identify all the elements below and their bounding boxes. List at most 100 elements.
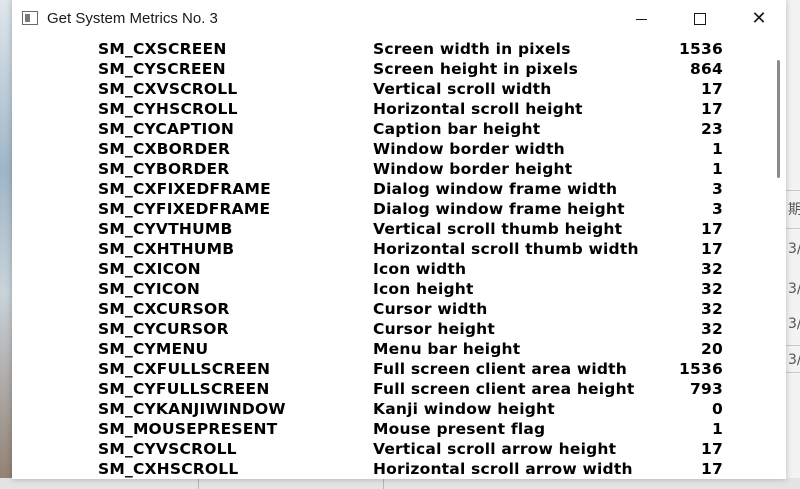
metric-value: 1: [712, 160, 723, 178]
metric-name: SM_CXFULLSCREEN: [98, 360, 271, 378]
divider: [198, 478, 199, 489]
metric-name: SM_CYHSCROLL: [98, 100, 238, 118]
metric-name: SM_CXSCREEN: [98, 40, 227, 58]
metric-value: 1536: [679, 360, 723, 378]
metric-value: 1: [712, 140, 723, 158]
metric-name: SM_CXICON: [98, 260, 201, 278]
metric-row: SM_CYCAPTION Caption bar height 23: [12, 119, 772, 139]
metric-name: SM_CYICON: [98, 280, 201, 298]
metric-description: Mouse present flag: [373, 420, 546, 438]
metric-row: SM_CYFULLSCREEN Full screen client area h…: [12, 379, 772, 399]
metric-value: 17: [701, 240, 723, 258]
background-text-fragment: 期: [788, 202, 800, 218]
divider: [786, 190, 800, 191]
app-icon[interactable]: [22, 11, 38, 25]
metric-value: 32: [701, 280, 723, 298]
background-text-fragment: 3/: [788, 281, 800, 297]
minimize-icon: [635, 18, 647, 20]
metric-value: 20: [701, 340, 723, 358]
app-window: Get System Metrics No. 3 ✕ SM_CXSCREEN Sc…: [12, 0, 786, 479]
metric-name: SM_CYCURSOR: [98, 320, 229, 338]
metric-name: SM_CYVSCROLL: [98, 440, 237, 458]
close-button[interactable]: ✕: [730, 0, 788, 38]
metric-name: SM_CYBORDER: [98, 160, 230, 178]
metric-name: SM_CYFULLSCREEN: [98, 380, 270, 398]
metric-description: Vertical scroll width: [373, 80, 552, 98]
metric-row: SM_CYBORDER Window border height 1: [12, 159, 772, 179]
metric-row: SM_CYCURSOR Cursor height 32: [12, 319, 772, 339]
metric-row: SM_CXBORDER Window border width 1: [12, 139, 772, 159]
metric-description: Vertical scroll thumb height: [373, 220, 623, 238]
metric-row: SM_CXFULLSCREEN Full screen client area w…: [12, 359, 772, 379]
metric-name: SM_CXCURSOR: [98, 300, 230, 318]
metric-row: SM_CXSCREEN Screen width in pixels 1536: [12, 39, 772, 59]
metric-value: 17: [701, 460, 723, 478]
metric-description: Kanji window height: [373, 400, 555, 418]
divider: [786, 228, 800, 229]
metric-row: SM_CXHTHUMB Horizontal scroll thumb width…: [12, 239, 772, 259]
metric-name: SM_CYMENU: [98, 340, 209, 358]
metric-row: SM_CYHSCROLL Horizontal scroll height 17: [12, 99, 772, 119]
background-text-fragment: 3/: [788, 316, 800, 332]
metric-description: Cursor width: [373, 300, 488, 318]
metric-name: SM_CXVSCROLL: [98, 80, 238, 98]
metric-value: 793: [690, 380, 723, 398]
metric-description: Screen height in pixels: [373, 60, 579, 78]
metric-name: SM_CXHSCROLL: [98, 460, 239, 478]
maximize-button[interactable]: [671, 0, 729, 38]
metric-row: SM_CYVTHUMB Vertical scroll thumb height 1…: [12, 219, 772, 239]
divider: [786, 345, 800, 346]
metric-row: SM_CYFIXEDFRAME Dialog window frame heigh…: [12, 199, 772, 219]
metric-value: 864: [690, 60, 723, 78]
metric-row: SM_CYSCREEN Screen height in pixels 864: [12, 59, 772, 79]
metric-value: 0: [712, 400, 723, 418]
metric-name: SM_CYKANJIWINDOW: [98, 400, 286, 418]
vertical-scrollbar[interactable]: [772, 38, 786, 479]
metric-description: Menu bar height: [373, 340, 521, 358]
metric-name: SM_CXBORDER: [98, 140, 231, 158]
minimize-button[interactable]: [612, 0, 670, 38]
metric-description: Screen width in pixels: [373, 40, 571, 58]
metric-name: SM_CYVTHUMB: [98, 220, 233, 238]
divider: [786, 372, 800, 373]
metric-value: 32: [701, 260, 723, 278]
metric-name: SM_CYFIXEDFRAME: [98, 200, 271, 218]
metric-value: 3: [712, 200, 723, 218]
background-text-fragment: 3/: [788, 352, 800, 368]
metric-name: SM_MOUSEPRESENT: [98, 420, 278, 438]
metric-description: Icon height: [373, 280, 474, 298]
metric-row: SM_CXVSCROLL Vertical scroll width 17: [12, 79, 772, 99]
close-icon: ✕: [751, 8, 767, 29]
metric-description: Cursor height: [373, 320, 495, 338]
metrics-list: SM_CXSCREEN Screen width in pixels 1536 SM_…: [12, 38, 772, 479]
metric-row: SM_CYICON Icon height 32: [12, 279, 772, 299]
metric-value: 17: [701, 100, 723, 118]
metric-description: Dialog window frame width: [373, 180, 618, 198]
metric-description: Horizontal scroll arrow width: [373, 460, 633, 478]
metric-name: SM_CYCAPTION: [98, 120, 235, 138]
metric-row: SM_CXHSCROLL Horizontal scroll arrow widt…: [12, 459, 772, 479]
title-bar[interactable]: Get System Metrics No. 3 ✕: [12, 0, 786, 38]
metric-value: 23: [701, 120, 723, 138]
metric-value: 3: [712, 180, 723, 198]
background-window-edge: 期 3/ 3/ 3/ 3/: [786, 0, 800, 489]
metric-row: SM_CXICON Icon width 32: [12, 259, 772, 279]
metric-description: Horizontal scroll thumb width: [373, 240, 639, 258]
metric-description: Window border height: [373, 160, 573, 178]
metric-description: Window border width: [373, 140, 565, 158]
window-title: Get System Metrics No. 3: [47, 10, 218, 27]
metric-description: Full screen client area width: [373, 360, 627, 378]
divider: [383, 478, 384, 489]
metric-row: SM_CXCURSOR Cursor width 32: [12, 299, 772, 319]
metric-name: SM_CXFIXEDFRAME: [98, 180, 271, 198]
metric-description: Dialog window frame height: [373, 200, 625, 218]
metric-description: Full screen client area height: [373, 380, 635, 398]
metric-value: 32: [701, 320, 723, 338]
background-window-bottom: [0, 478, 800, 489]
metric-value: 17: [701, 80, 723, 98]
metric-row: SM_CYMENU Menu bar height 20: [12, 339, 772, 359]
metric-value: 1536: [679, 40, 723, 58]
scrollbar-thumb[interactable]: [777, 60, 780, 178]
metric-description: Horizontal scroll height: [373, 100, 583, 118]
background-text-fragment: 3/: [788, 241, 800, 257]
